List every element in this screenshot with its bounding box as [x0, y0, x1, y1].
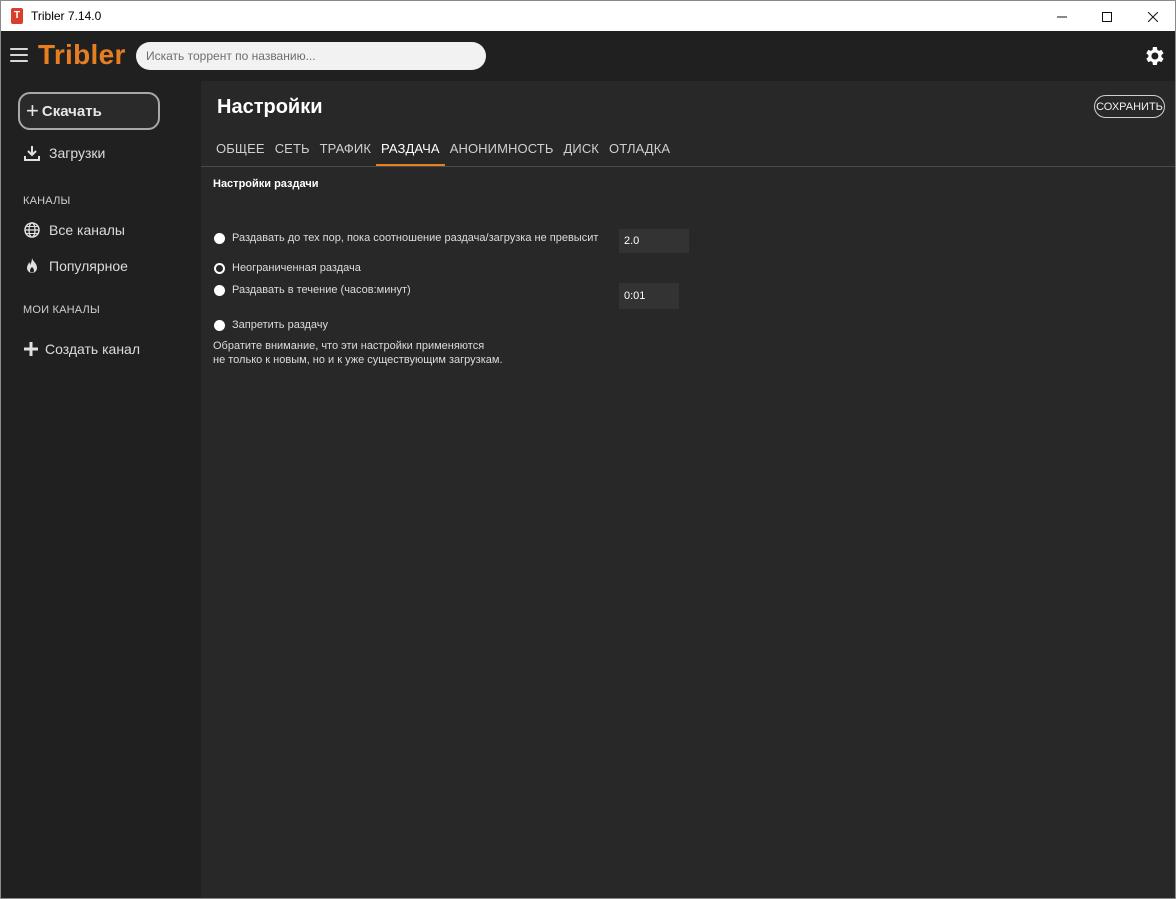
- option-label: Запретить раздачу: [232, 319, 329, 331]
- search-input[interactable]: [136, 42, 486, 70]
- sidebar-item-label: Популярное: [49, 258, 128, 274]
- seeding-unlimited-option[interactable]: Неограниченная раздача: [214, 262, 361, 274]
- sidebar-item-create-channel[interactable]: Создать канал: [23, 340, 140, 358]
- radio-button[interactable]: [214, 319, 225, 331]
- sidebar-item-label: Загрузки: [49, 145, 106, 161]
- tab-general[interactable]: ОБЩЕЕ: [211, 133, 270, 167]
- plus-icon: +: [26, 98, 39, 123]
- page-title: Настройки: [217, 96, 323, 118]
- maximize-button[interactable]: [1084, 1, 1130, 32]
- note-line: не только к новым, но и к уже существующ…: [213, 354, 503, 366]
- sidebar-item-downloads[interactable]: Загрузки: [23, 144, 105, 162]
- sidebar: + Скачать Загрузки КАНАЛЫ Все каналы Поп…: [1, 81, 201, 898]
- hamburger-menu-icon[interactable]: [10, 48, 28, 62]
- sidebar-item-popular[interactable]: Популярное: [23, 257, 128, 275]
- seeding-ratio-option[interactable]: Раздавать до тех пор, пока соотношение р…: [214, 232, 598, 244]
- option-label: Неограниченная раздача: [232, 262, 361, 274]
- add-download-button[interactable]: + Скачать: [18, 92, 160, 130]
- seeding-time-option[interactable]: Раздавать в течение (часов:минут): [214, 284, 411, 296]
- radio-button[interactable]: [214, 284, 225, 296]
- maximize-icon: [1102, 11, 1112, 22]
- download-icon: [23, 144, 41, 162]
- seeding-disable-option[interactable]: Запретить раздачу: [214, 319, 328, 331]
- add-download-label: Скачать: [41, 102, 102, 120]
- top-bar: Tribler: [1, 31, 1175, 81]
- option-label: Раздавать до тех пор, пока соотношение р…: [232, 232, 599, 244]
- fire-icon: [23, 257, 41, 275]
- tab-traffic[interactable]: ТРАФИК: [315, 133, 376, 167]
- brand-logo: Tribler: [38, 39, 126, 70]
- settings-page: Настройки СОХРАНИТЬ ОБЩЕЕ СЕТЬ ТРАФИК РА…: [201, 81, 1175, 898]
- close-button[interactable]: [1130, 1, 1176, 32]
- settings-tabs: ОБЩЕЕ СЕТЬ ТРАФИК РАЗДАЧА АНОНИМНОСТЬ ДИ…: [211, 133, 675, 167]
- channels-heading: КАНАЛЫ: [23, 195, 71, 207]
- tab-network[interactable]: СЕТЬ: [270, 133, 315, 167]
- app-window: Tribler + Скачать Загрузки КАНАЛЫ Все ка…: [1, 31, 1175, 898]
- window-titlebar: T Tribler 7.14.0: [0, 0, 1176, 31]
- sidebar-item-label: Все каналы: [49, 222, 125, 238]
- tabs-divider: [201, 166, 1175, 167]
- radio-button-selected[interactable]: [214, 262, 225, 274]
- tab-anonymity[interactable]: АНОНИМНОСТЬ: [445, 133, 559, 167]
- globe-icon: [23, 221, 41, 239]
- tab-debug[interactable]: ОТЛАДКА: [604, 133, 675, 167]
- seeding-note: Обратите внимание, что эти настройки при…: [213, 339, 503, 367]
- option-label: Раздавать в течение (часов:минут): [232, 284, 411, 296]
- minimize-icon: [1057, 16, 1067, 17]
- gear-icon[interactable]: [1142, 44, 1166, 68]
- sidebar-item-all-channels[interactable]: Все каналы: [23, 221, 125, 239]
- close-icon: [1148, 11, 1158, 22]
- window-title: Tribler 7.14.0: [31, 9, 102, 23]
- tab-seeding[interactable]: РАЗДАЧА: [376, 133, 445, 167]
- plus-icon: [23, 340, 39, 358]
- note-line: Обратите внимание, что эти настройки при…: [213, 340, 485, 352]
- seeding-section-title: Настройки раздачи: [213, 178, 319, 190]
- save-button[interactable]: СОХРАНИТЬ: [1094, 95, 1165, 118]
- seeding-ratio-input[interactable]: [619, 229, 689, 253]
- sidebar-item-label: Создать канал: [45, 341, 140, 357]
- tribler-app-icon: T: [11, 8, 23, 24]
- minimize-button[interactable]: [1039, 1, 1085, 32]
- tab-disk[interactable]: ДИСК: [558, 133, 604, 167]
- my-channels-heading: МОИ КАНАЛЫ: [23, 304, 100, 316]
- window-border: [0, 31, 1, 899]
- radio-button[interactable]: [214, 232, 225, 244]
- seeding-time-input[interactable]: [619, 283, 679, 309]
